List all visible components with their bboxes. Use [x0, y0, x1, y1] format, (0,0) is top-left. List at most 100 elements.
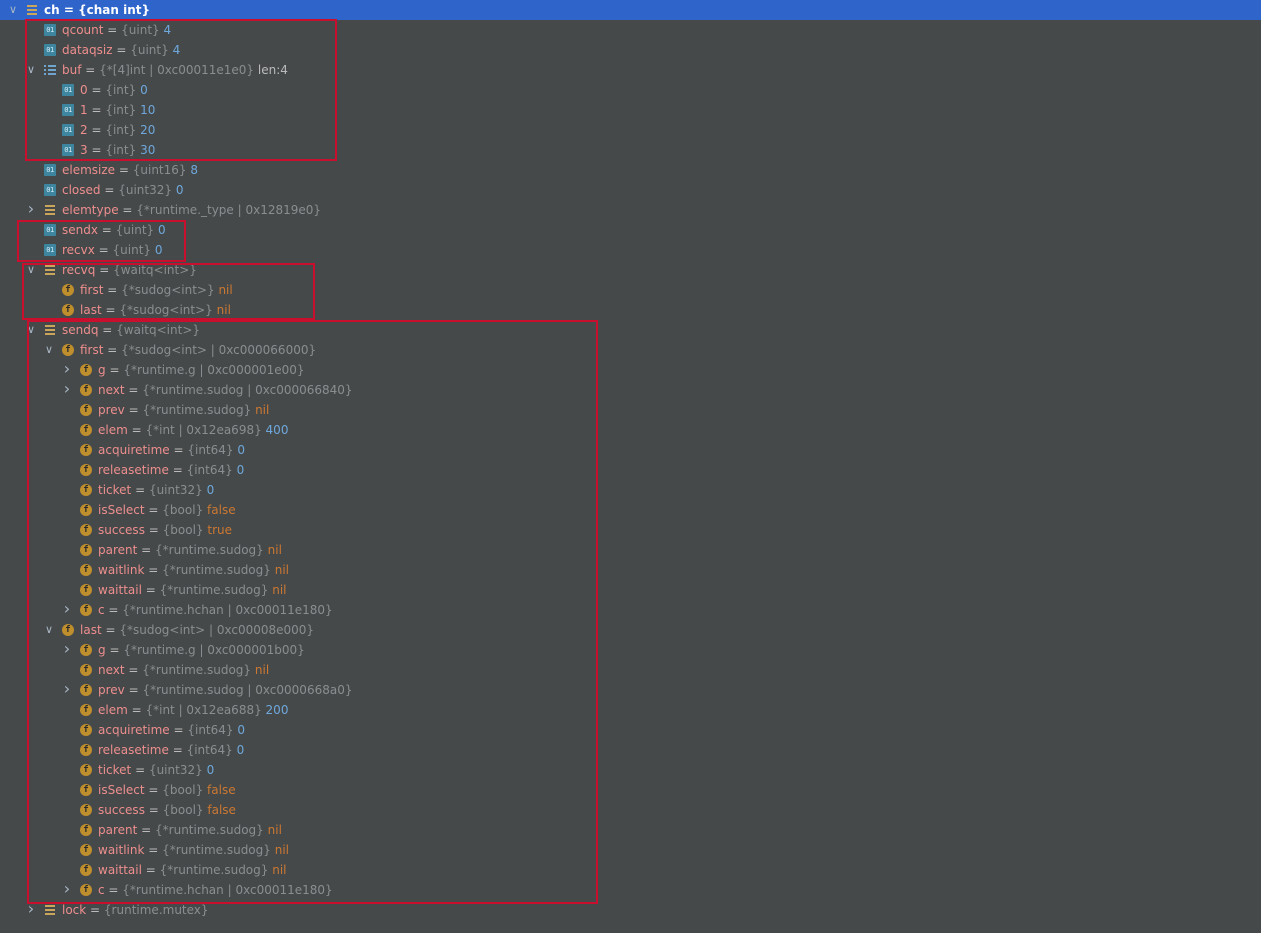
equals-sign: = — [86, 903, 104, 917]
tree-row-parent[interactable]: f parent = {*runtime.sudog} nil — [0, 540, 1261, 560]
tree-row-c[interactable]: › f c = {*runtime.hchan | 0xc00011e180} — [0, 600, 1261, 620]
tree-row-qcount[interactable]: 01 qcount = {uint} 4 — [0, 20, 1261, 40]
tree-row-success[interactable]: f success = {bool} false — [0, 800, 1261, 820]
var-text: waitlink = {*runtime.sudog} nil — [98, 560, 289, 580]
var-text: parent = {*runtime.sudog} nil — [98, 820, 282, 840]
var-value: 20 — [140, 123, 156, 137]
chevron-down-icon[interactable]: ∨ — [43, 340, 55, 360]
tree-row-success[interactable]: f success = {bool} true — [0, 520, 1261, 540]
tree-row-waittail[interactable]: f waittail = {*runtime.sudog} nil — [0, 580, 1261, 600]
chevron-down-icon[interactable]: ∨ — [43, 620, 55, 640]
chevron-right-icon[interactable]: › — [61, 600, 73, 620]
tree-row-prev[interactable]: f prev = {*runtime.sudog} nil — [0, 400, 1261, 420]
var-name: 0 — [80, 83, 88, 97]
tree-row-ticket[interactable]: f ticket = {uint32} 0 — [0, 760, 1261, 780]
object-icon — [44, 904, 56, 916]
var-name: next — [98, 663, 125, 677]
tree-row-c[interactable]: › f c = {*runtime.hchan | 0xc00011e180} — [0, 880, 1261, 900]
tree-row-elem[interactable]: f elem = {*int | 0x12ea688} 200 — [0, 700, 1261, 720]
equals-sign: = — [59, 3, 79, 17]
var-type: {*runtime.sudog} — [162, 563, 271, 577]
tree-row-recvx[interactable]: 01 recvx = {uint} 0 — [0, 240, 1261, 260]
tree-row-sendx[interactable]: 01 sendx = {uint} 0 — [0, 220, 1261, 240]
tree-row-1[interactable]: 01 1 = {int} 10 — [0, 100, 1261, 120]
tree-row-waitlink[interactable]: f waitlink = {*runtime.sudog} nil — [0, 560, 1261, 580]
equals-sign: = — [112, 43, 131, 57]
chevron-down-icon[interactable]: ∨ — [25, 320, 37, 340]
tree-row-isSelect[interactable]: f isSelect = {bool} false — [0, 780, 1261, 800]
chevron-down-icon[interactable]: ∨ — [25, 260, 37, 280]
var-value: 0 — [206, 483, 215, 497]
primitive-field-icon: 01 — [44, 44, 56, 56]
tree-row-waittail[interactable]: f waittail = {*runtime.sudog} nil — [0, 860, 1261, 880]
tree-row-last[interactable]: ∨ f last = {*sudog<int> | 0xc00008e000} — [0, 620, 1261, 640]
tree-row-parent[interactable]: f parent = {*runtime.sudog} nil — [0, 820, 1261, 840]
tree-row-first[interactable]: ∨ f first = {*sudog<int> | 0xc000066000} — [0, 340, 1261, 360]
equals-sign: = — [144, 523, 163, 537]
var-name: success — [98, 803, 145, 817]
tree-row-lock[interactable]: › lock = {runtime.mutex} — [0, 900, 1261, 920]
var-value: 4 — [172, 43, 181, 57]
var-type: {int64} — [187, 723, 234, 737]
tree-row-acquiretime[interactable]: f acquiretime = {int64} 0 — [0, 720, 1261, 740]
var-type: {*sudog<int>} — [119, 303, 213, 317]
chevron-right-icon[interactable]: › — [61, 360, 73, 380]
var-name: elem — [98, 703, 128, 717]
tree-row-waitlink[interactable]: f waitlink = {*runtime.sudog} nil — [0, 840, 1261, 860]
var-value: 0 — [237, 723, 246, 737]
tree-row-prev[interactable]: › f prev = {*runtime.sudog | 0xc0000668a0} — [0, 680, 1261, 700]
primitive-field-icon: 01 — [44, 164, 56, 176]
tree-row-isSelect[interactable]: f isSelect = {bool} false — [0, 500, 1261, 520]
primitive-field-icon: 01 — [62, 144, 74, 156]
var-type: {*runtime._type | 0x12819e0} — [136, 203, 322, 217]
equals-sign: = — [104, 883, 123, 897]
tree-row-ticket[interactable]: f ticket = {uint32} 0 — [0, 480, 1261, 500]
tree-row-elemsize[interactable]: 01 elemsize = {uint16} 8 — [0, 160, 1261, 180]
tree-row-closed[interactable]: 01 closed = {uint32} 0 — [0, 180, 1261, 200]
chevron-right-icon[interactable]: › — [25, 200, 37, 220]
var-type: {uint32} — [148, 763, 203, 777]
tree-row-releasetime[interactable]: f releasetime = {int64} 0 — [0, 460, 1261, 480]
equals-sign: = — [87, 83, 106, 97]
tree-row-3[interactable]: 01 3 = {int} 30 — [0, 140, 1261, 160]
tree-row-dataqsiz[interactable]: 01 dataqsiz = {uint} 4 — [0, 40, 1261, 60]
var-name: isSelect — [98, 783, 145, 797]
tree-row-sendq[interactable]: ∨ sendq = {waitq<int>} — [0, 320, 1261, 340]
var-type: {*sudog<int> | 0xc00008e000} — [119, 623, 315, 637]
chevron-right-icon[interactable]: › — [61, 380, 73, 400]
tree-row-releasetime[interactable]: f releasetime = {int64} 0 — [0, 740, 1261, 760]
tree-row-g[interactable]: › f g = {*runtime.g | 0xc000001b00} — [0, 640, 1261, 660]
chevron-right-icon[interactable]: › — [25, 900, 37, 920]
tree-row-ch[interactable]: ∨ ch = {chan int} — [0, 0, 1261, 20]
tree-row-next[interactable]: › f next = {*runtime.sudog | 0xc000066840} — [0, 380, 1261, 400]
tree-row-elem[interactable]: f elem = {*int | 0x12ea698} 400 — [0, 420, 1261, 440]
var-name: first — [80, 343, 104, 357]
tree-row-elemtype[interactable]: › elemtype = {*runtime._type | 0x12819e0} — [0, 200, 1261, 220]
var-name: last — [80, 623, 102, 637]
var-name: elemsize — [62, 163, 116, 177]
chevron-right-icon[interactable]: › — [61, 640, 73, 660]
tree-row-last[interactable]: f last = {*sudog<int>} nil — [0, 300, 1261, 320]
var-type: {*runtime.sudog} — [159, 863, 269, 877]
tree-row-recvq[interactable]: ∨ recvq = {waitq<int>} — [0, 260, 1261, 280]
chevron-down-icon[interactable]: ∨ — [25, 60, 37, 80]
tree-row-g[interactable]: › f g = {*runtime.g | 0xc000001e00} — [0, 360, 1261, 380]
equals-sign: = — [144, 563, 163, 577]
tree-row-2[interactable]: 01 2 = {int} 20 — [0, 120, 1261, 140]
tree-row-acquiretime[interactable]: f acquiretime = {int64} 0 — [0, 440, 1261, 460]
tree-row-0[interactable]: 01 0 = {int} 0 — [0, 80, 1261, 100]
chevron-right-icon[interactable]: › — [61, 880, 73, 900]
var-name: recvx — [62, 243, 95, 257]
var-type: {*sudog<int> | 0xc000066000} — [121, 343, 317, 357]
var-name: recvq — [62, 263, 96, 277]
var-type: {runtime.mutex} — [103, 903, 209, 917]
field-icon: f — [80, 464, 92, 476]
tree-row-first[interactable]: f first = {*sudog<int>} nil — [0, 280, 1261, 300]
chevron-down-icon[interactable]: ∨ — [7, 0, 19, 20]
tree-row-next[interactable]: f next = {*runtime.sudog} nil — [0, 660, 1261, 680]
equals-sign: = — [168, 743, 187, 757]
debugger-variables-tree: ∨ ch = {chan int} 01 qcount = {uint} 4 01 dat… — [0, 0, 1261, 920]
chevron-right-icon[interactable]: › — [61, 680, 73, 700]
var-name: closed — [62, 183, 101, 197]
tree-row-buf[interactable]: ∨ buf = {*[4]int | 0xc00011e1e0} len:4 — [0, 60, 1261, 80]
